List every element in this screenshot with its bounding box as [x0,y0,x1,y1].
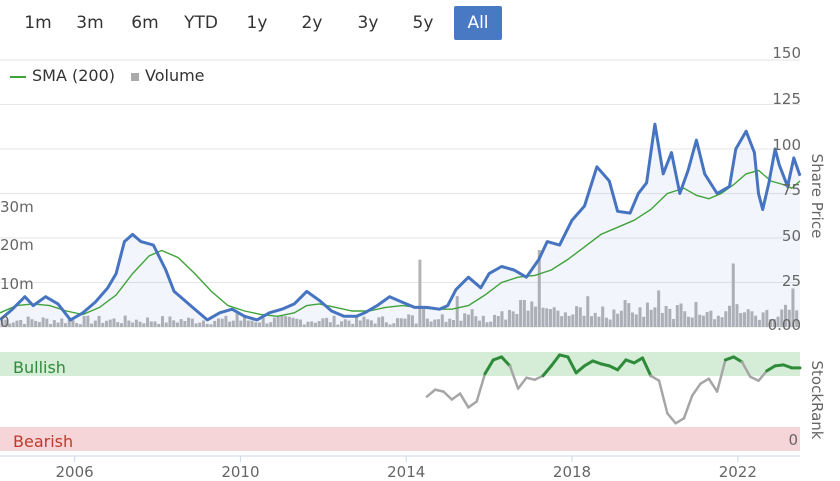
price-tick-75: 75 [782,181,801,199]
stockrank-segment [433,388,445,393]
x-axis-ticks: 2006 2010 2014 2018 2022 [56,456,757,481]
volume-tick-0: 0 [0,313,10,331]
price-tick-25: 25 [782,272,801,290]
stockrank-segment [442,390,454,401]
stockrank-segment [516,376,528,390]
stockrank-segment [749,375,760,382]
stockrank-segment [690,382,702,397]
price-area-fill [0,124,800,327]
price-tick-0: 0.00 [768,316,801,334]
stockrank-segment [425,388,437,398]
stockrank-segment [525,376,536,381]
stockrank-segment [707,377,719,393]
x-tick-label: 2018 [553,463,591,481]
bearish-label: Bearish [13,432,73,451]
stockrank-segment [649,374,661,382]
x-tick-label: 2014 [387,463,425,481]
stockrank-segment [666,412,677,425]
share-price-chart: 150 125 100 75 50 25 0.00 30m 20m 10m 0 … [0,44,826,481]
x-tick-label: 2010 [221,463,259,481]
volume-tick-20m: 20m [0,236,34,254]
stockrank-segment [458,392,470,409]
bearish-band [0,427,800,451]
price-tick-125: 125 [772,90,801,108]
stockrank-segment [699,377,711,385]
stockrank-segment [467,400,478,409]
volume-tick-10m: 10m [0,275,34,293]
bullish-band [0,352,800,376]
share-price-axis-title: Share Price [808,154,826,239]
stockrank-segment [682,394,694,420]
stockrank-axis-title: StockRank [808,361,826,440]
price-tick-100: 100 [772,136,801,154]
stockrank-segment [657,379,669,415]
stockrank-tick-0: 0 [788,431,798,449]
stockrank-segment [674,417,686,425]
volume-tick-30m: 30m [0,198,34,216]
bullish-label: Bullish [13,358,66,377]
stockrank-segment [450,392,462,401]
price-tick-50: 50 [782,227,801,245]
price-tick-150: 150 [772,44,801,62]
stockrank-segment [475,372,487,403]
x-tick-label: 2006 [56,463,94,481]
x-tick-label: 2022 [719,463,757,481]
